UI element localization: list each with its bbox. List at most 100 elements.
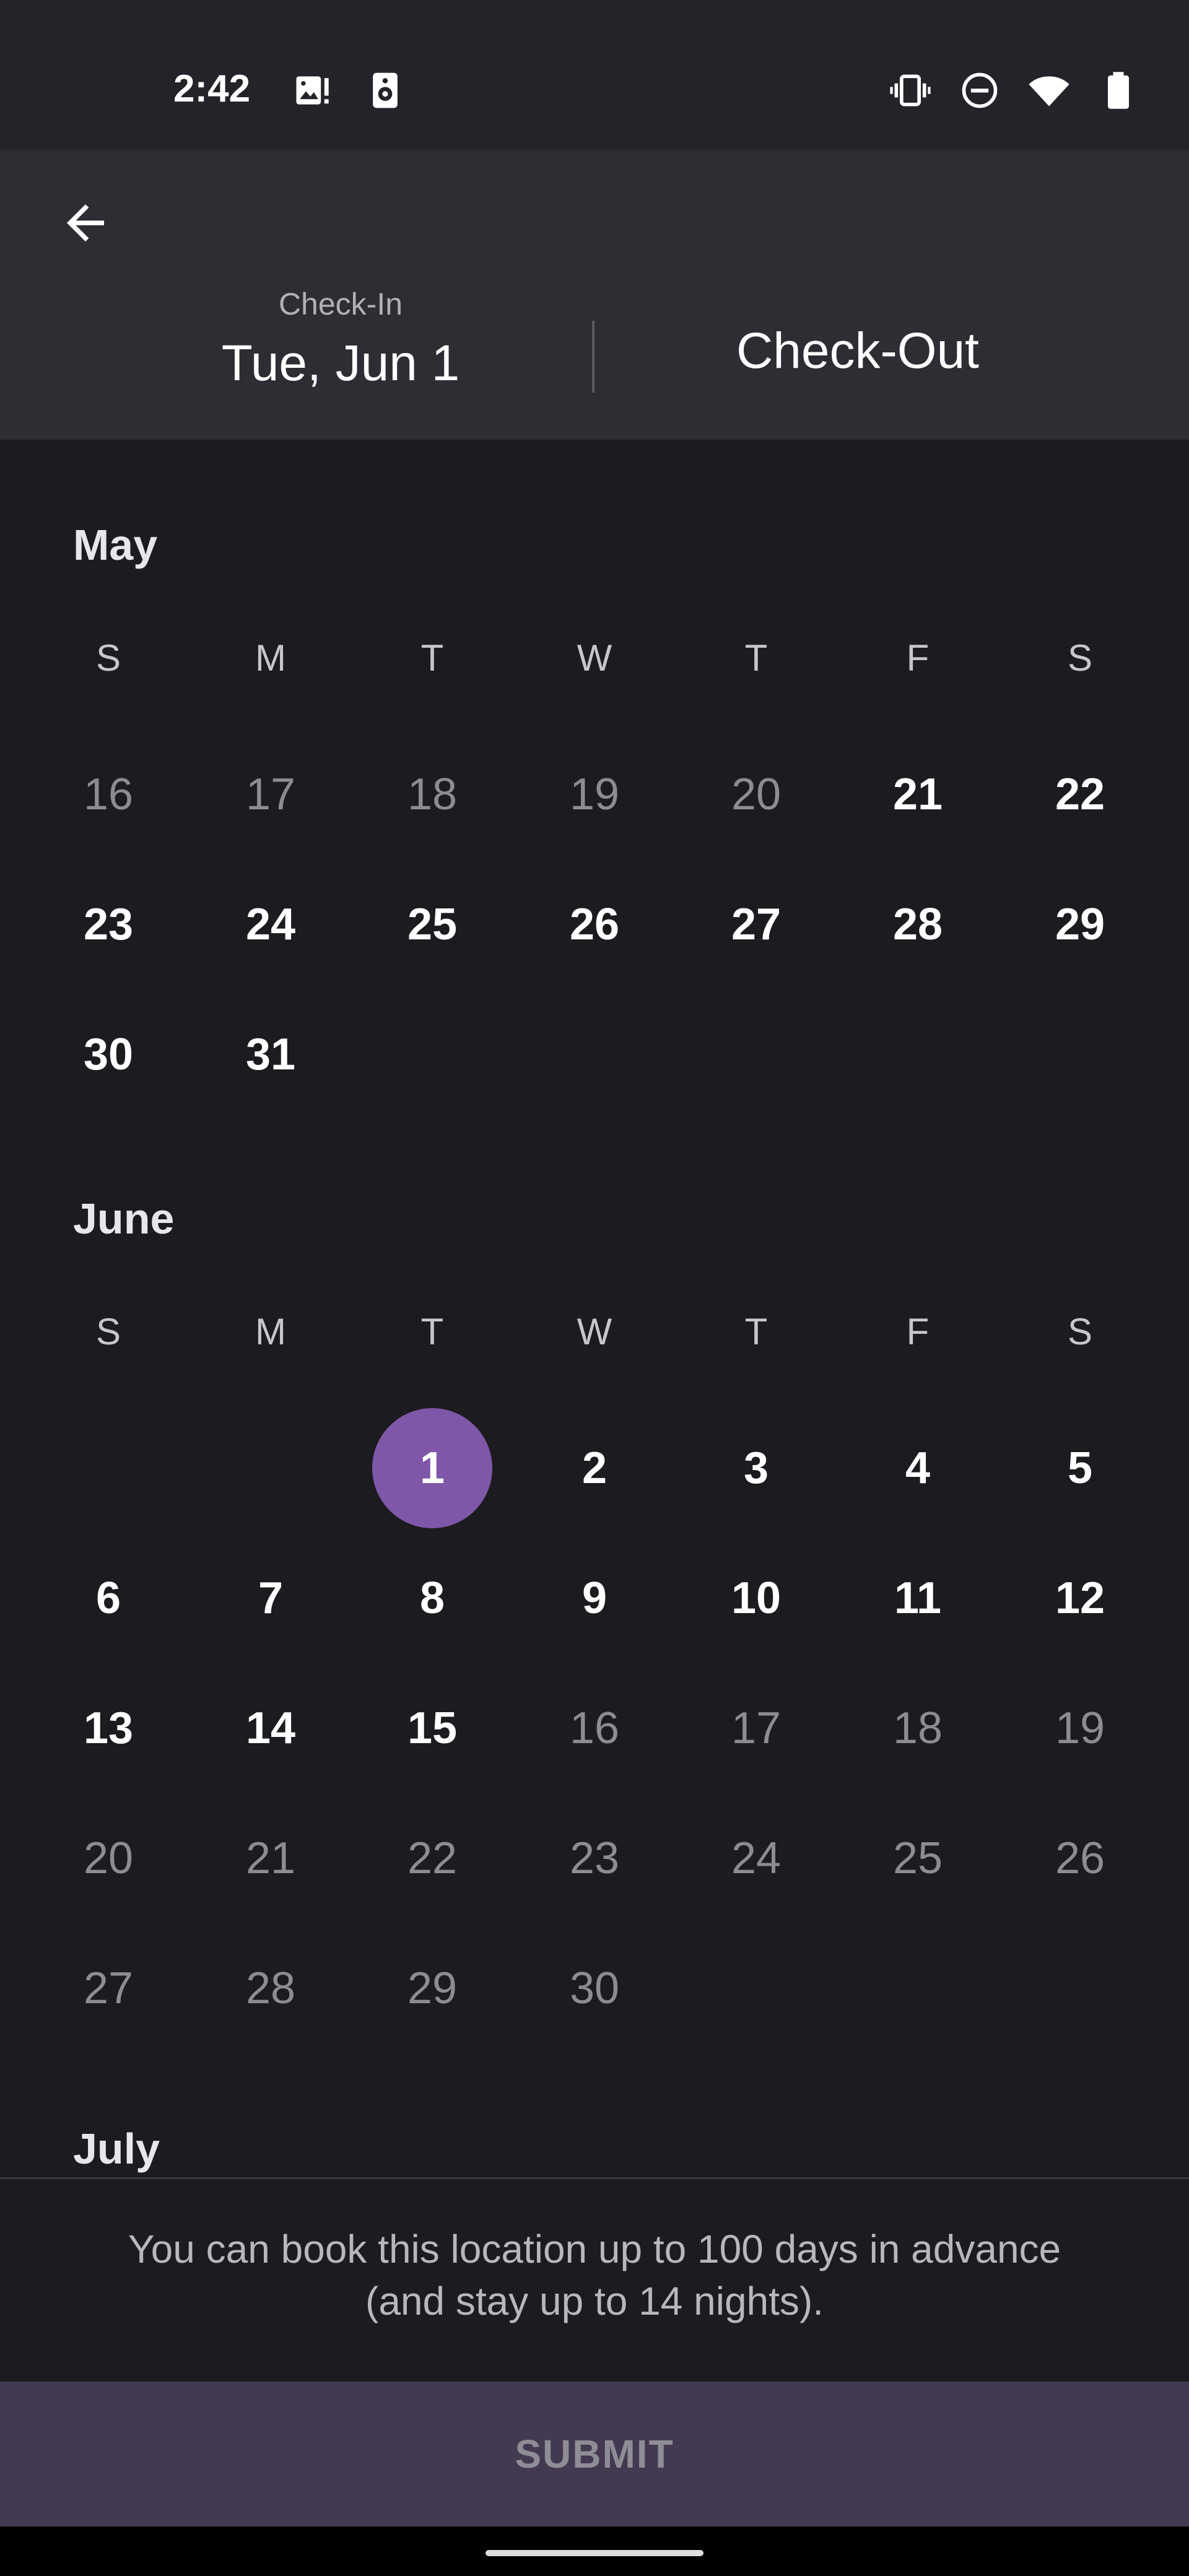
- arrow-back-icon: [67, 204, 104, 242]
- image-alert-icon: [296, 76, 329, 105]
- calendar-day: 22: [370, 1796, 494, 1920]
- calendar-day-number: 25: [892, 1834, 943, 1883]
- calendar-day[interactable]: 12: [1018, 1536, 1142, 1660]
- booking-info-text: You can book this location up to 100 day…: [128, 2227, 1061, 2323]
- calendar-day: 20: [46, 1796, 170, 1920]
- calendar-day-number: 28: [245, 1964, 296, 2013]
- calendar-day-number: 24: [731, 1834, 782, 1883]
- calendar-day-number: 23: [83, 900, 134, 949]
- calendar-day-number: 20: [731, 770, 782, 819]
- calendar-day[interactable]: 21: [856, 733, 980, 856]
- calendar-scroll[interactable]: May SMTWTFS 16 17 18 19 20 21 22 23 24 25 26 27 28 29…: [0, 440, 1189, 2177]
- calendar-day-number: 4: [905, 1443, 931, 1493]
- system-navigation-bar: [0, 2526, 1189, 2576]
- weekday-label: W: [577, 1311, 612, 1352]
- calendar-day: 28: [209, 1926, 333, 2050]
- battery-icon: [1108, 72, 1129, 109]
- calendar-day: 18: [370, 733, 494, 856]
- calendar-day: 17: [209, 733, 333, 856]
- calendar-day: 24: [694, 1796, 818, 1920]
- check-in-selector[interactable]: Check-In Tue, Jun 1: [167, 286, 514, 393]
- calendar-day-selected[interactable]: 1: [370, 1406, 494, 1530]
- weekday-label: S: [95, 637, 121, 679]
- calendar-day[interactable]: 4: [856, 1406, 980, 1530]
- calendar-day: 30: [533, 1926, 656, 2050]
- calendar-day[interactable]: 30: [46, 993, 170, 1116]
- calendar-day-number: 18: [892, 1704, 943, 1753]
- calendar-day-number: 7: [258, 1573, 284, 1623]
- weekday-header: SMTWTFS: [0, 1310, 1189, 1372]
- weekday-label: M: [255, 1311, 286, 1352]
- weekday-header: SMTWTFS: [0, 637, 1189, 698]
- calendar-day[interactable]: 10: [694, 1536, 818, 1660]
- calendar-day-number: 22: [1055, 770, 1105, 819]
- calendar-day-number: 27: [731, 900, 782, 949]
- calendar-day: 23: [533, 1796, 656, 1920]
- calendar-day: 20: [694, 733, 818, 856]
- calendar-day-number: 16: [83, 770, 134, 819]
- calendar-day[interactable]: 9: [533, 1536, 656, 1660]
- calendar-day[interactable]: 13: [46, 1666, 170, 1790]
- calendar-day[interactable]: 28: [856, 863, 980, 986]
- weekday-label: T: [744, 1311, 768, 1352]
- vibrate-icon: [890, 74, 931, 107]
- calendar-day: 19: [1018, 1666, 1142, 1790]
- month-title: May: [73, 521, 158, 569]
- check-out-selector[interactable]: Check-Out: [644, 322, 1071, 380]
- calendar-day[interactable]: 29: [1018, 863, 1142, 986]
- status-time: 2:42: [173, 67, 251, 110]
- calendar-day[interactable]: 15: [370, 1666, 494, 1790]
- calendar-day[interactable]: 8: [370, 1536, 494, 1660]
- calendar-day-number: 27: [83, 1964, 134, 2013]
- calendar-day-number: 26: [569, 900, 620, 949]
- calendar-day-number: 22: [407, 1834, 458, 1883]
- calendar-day-number: 28: [892, 900, 943, 949]
- weekday-label: T: [420, 1311, 444, 1352]
- header-divider: [592, 321, 594, 393]
- calendar-day[interactable]: 11: [856, 1536, 980, 1660]
- submit-button[interactable]: SUBMIT: [0, 2382, 1189, 2526]
- calendar-day: 17: [694, 1666, 818, 1790]
- calendar-day-number: 31: [245, 1030, 296, 1079]
- calendar-day[interactable]: 23: [46, 863, 170, 986]
- calendar-day[interactable]: 7: [209, 1536, 333, 1660]
- month-title: July: [73, 2125, 160, 2173]
- calendar-day-number: 13: [83, 1704, 134, 1753]
- calendar-day[interactable]: 3: [694, 1406, 818, 1530]
- calendar-day-number: 15: [407, 1704, 458, 1753]
- calendar-day-number: 11: [894, 1573, 942, 1623]
- calendar-day[interactable]: 14: [209, 1666, 333, 1790]
- calendar-day: 25: [856, 1796, 980, 1920]
- calendar-day-number: 5: [1067, 1443, 1093, 1493]
- check-in-date: Tue, Jun 1: [221, 335, 460, 391]
- calendar-day-number: 6: [95, 1573, 121, 1623]
- calendar-day[interactable]: 31: [209, 993, 333, 1116]
- weekday-label: F: [906, 1311, 930, 1352]
- month-title: June: [73, 1194, 175, 1243]
- calendar-day[interactable]: 22: [1018, 733, 1142, 856]
- calendar-day[interactable]: 26: [533, 863, 656, 986]
- calendar-day: 16: [533, 1666, 656, 1790]
- calendar-day: 18: [856, 1666, 980, 1790]
- calendar-day[interactable]: 6: [46, 1536, 170, 1660]
- calendar-day-number: 21: [245, 1834, 296, 1883]
- status-bar: 2:42: [0, 0, 1189, 150]
- weekday-label: S: [1067, 637, 1093, 679]
- calendar-day[interactable]: 24: [209, 863, 333, 986]
- calendar-day[interactable]: 2: [533, 1406, 656, 1530]
- calendar-day-number: 24: [245, 900, 296, 949]
- home-gesture-handle[interactable]: [486, 2550, 703, 2556]
- calendar-day-number: 8: [419, 1573, 445, 1623]
- calendar-day-number: 20: [83, 1834, 134, 1883]
- back-button[interactable]: [48, 186, 123, 260]
- status-left-icons: [291, 69, 406, 111]
- calendar-day-number: 26: [1055, 1834, 1105, 1883]
- weekday-label: W: [577, 637, 612, 679]
- calendar-day: 19: [533, 733, 656, 856]
- calendar-day-number: 18: [407, 770, 458, 819]
- weekday-label: F: [906, 637, 930, 679]
- calendar-day[interactable]: 25: [370, 863, 494, 986]
- calendar-day[interactable]: 27: [694, 863, 818, 986]
- calendar-day-number: 21: [892, 770, 943, 819]
- calendar-day[interactable]: 5: [1018, 1406, 1142, 1530]
